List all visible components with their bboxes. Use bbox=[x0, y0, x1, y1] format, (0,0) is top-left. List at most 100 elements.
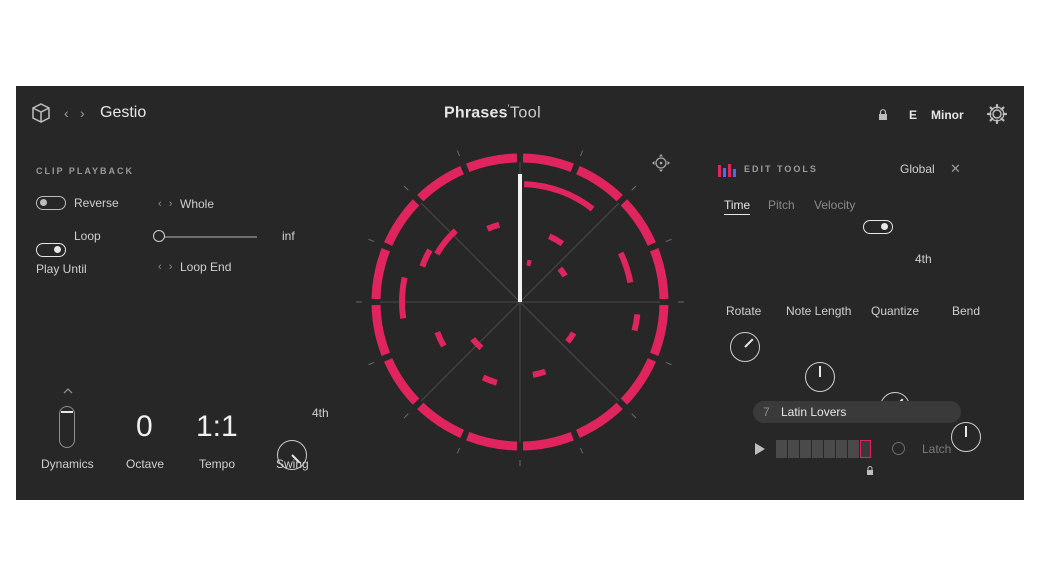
forward-arrow-icon[interactable]: › bbox=[80, 105, 85, 121]
pattern-note bbox=[557, 266, 568, 278]
ring-segment bbox=[649, 304, 669, 356]
bend-knob[interactable] bbox=[951, 422, 981, 452]
ring-segment bbox=[522, 153, 574, 173]
chevron-up-icon[interactable] bbox=[62, 382, 74, 400]
loop-toggle[interactable] bbox=[36, 243, 66, 257]
outer-tick bbox=[368, 362, 375, 366]
step-7[interactable] bbox=[848, 440, 859, 458]
guide-spoke bbox=[420, 301, 521, 402]
preset-selector[interactable]: 7 Latin Lovers bbox=[753, 401, 961, 423]
brand-main: Phrases bbox=[444, 104, 508, 122]
slider-track bbox=[159, 236, 257, 238]
pattern-note bbox=[486, 221, 501, 232]
ring-segment bbox=[417, 402, 465, 438]
edit-tools-icon bbox=[718, 164, 736, 183]
ring-segment bbox=[575, 166, 623, 202]
slider-thumb[interactable] bbox=[153, 230, 165, 242]
ring-segment bbox=[620, 199, 656, 247]
play-icon[interactable] bbox=[754, 442, 766, 461]
step-4[interactable] bbox=[812, 440, 823, 458]
octave-label: Octave bbox=[126, 457, 165, 471]
outer-tick bbox=[456, 150, 460, 157]
tab-time[interactable]: Time bbox=[724, 198, 751, 215]
dynamics-fader[interactable] bbox=[59, 406, 75, 448]
device-title: Gestio bbox=[100, 104, 147, 121]
key-selector[interactable]: E bbox=[909, 108, 917, 122]
guide-spoke bbox=[519, 202, 620, 303]
close-icon[interactable]: ✕ bbox=[950, 161, 961, 177]
phrases-tool-window: ‹ › Gestio Phrases′Tool E Minor CLIP PLA… bbox=[16, 86, 1024, 500]
outer-tick bbox=[403, 185, 409, 191]
latch-label[interactable]: Latch bbox=[922, 442, 951, 456]
step-1[interactable] bbox=[776, 440, 787, 458]
ring-segment bbox=[575, 402, 623, 438]
cube-logo-icon[interactable] bbox=[30, 102, 52, 129]
pattern-note bbox=[434, 228, 458, 256]
outer-tick bbox=[665, 362, 672, 366]
note-length-knob-needle bbox=[819, 366, 821, 377]
edit-tools-heading: EDIT TOOLS bbox=[744, 164, 818, 174]
ring-segment bbox=[466, 153, 518, 173]
swing-badge: 4th bbox=[312, 406, 329, 420]
note-length-knob[interactable] bbox=[805, 362, 835, 392]
pattern-note bbox=[399, 276, 408, 319]
bend-knob-needle bbox=[965, 426, 967, 437]
lock-icon[interactable] bbox=[878, 108, 888, 126]
pattern-note bbox=[532, 368, 547, 378]
move-crosshair-icon[interactable] bbox=[652, 154, 670, 177]
guide-spoke bbox=[519, 301, 620, 402]
outer-tick bbox=[456, 447, 460, 454]
global-toggle[interactable] bbox=[863, 220, 893, 234]
outer-tick bbox=[665, 238, 672, 242]
step-marker-icon bbox=[866, 463, 874, 481]
pattern-note bbox=[481, 374, 498, 386]
step-5[interactable] bbox=[824, 440, 835, 458]
pattern-note bbox=[565, 331, 577, 344]
step-sequencer[interactable] bbox=[776, 440, 872, 458]
tab-velocity[interactable]: Velocity bbox=[814, 198, 855, 212]
loop-end-selector[interactable]: Loop End bbox=[180, 260, 231, 274]
pattern-note bbox=[523, 181, 595, 212]
ring-segment bbox=[417, 166, 465, 202]
preset-number: 7 bbox=[763, 405, 770, 419]
note-length-label: Note Length bbox=[786, 304, 852, 318]
step-3[interactable] bbox=[800, 440, 811, 458]
back-arrow-icon[interactable]: ‹ bbox=[64, 105, 69, 121]
outer-tick bbox=[631, 413, 637, 419]
slider-max-label: inf bbox=[282, 229, 295, 243]
loop-end-chevrons-icon[interactable]: ‹ › bbox=[158, 261, 174, 273]
ring-segment bbox=[371, 304, 391, 356]
outer-tick bbox=[580, 447, 584, 454]
step-6[interactable] bbox=[836, 440, 847, 458]
quantize-label: Quantize bbox=[871, 304, 920, 318]
reverse-toggle[interactable] bbox=[36, 196, 66, 210]
outer-tick bbox=[368, 238, 375, 242]
outer-tick bbox=[580, 150, 584, 157]
tab-pitch[interactable]: Pitch bbox=[768, 198, 795, 212]
pattern-note bbox=[470, 337, 484, 351]
outer-tick bbox=[631, 185, 637, 191]
latch-indicator-icon[interactable] bbox=[892, 442, 905, 455]
rotate-knob[interactable] bbox=[730, 332, 760, 362]
circular-pattern-display[interactable] bbox=[350, 138, 690, 471]
scale-selector[interactable]: Minor bbox=[931, 108, 964, 122]
swing-label: Swing bbox=[276, 457, 309, 471]
outer-tick bbox=[403, 413, 409, 419]
loop-toggle-dot bbox=[54, 246, 61, 253]
loop-length-slider[interactable] bbox=[153, 230, 257, 244]
play-until-label: Play Until bbox=[36, 262, 87, 276]
whole-selector[interactable]: Whole bbox=[180, 197, 214, 211]
tempo-label: Tempo bbox=[199, 457, 236, 471]
gear-icon[interactable] bbox=[986, 103, 1008, 130]
rotate-label: Rotate bbox=[726, 304, 762, 318]
octave-value[interactable]: 0 bbox=[136, 410, 153, 444]
step-2[interactable] bbox=[788, 440, 799, 458]
pattern-note bbox=[617, 251, 634, 284]
whole-chevrons-icon[interactable]: ‹ › bbox=[158, 198, 174, 210]
ring-segment bbox=[522, 431, 574, 451]
ring-segment bbox=[649, 248, 669, 300]
tempo-value[interactable]: 1:1 bbox=[196, 410, 238, 444]
preset-name: Latin Lovers bbox=[781, 405, 847, 419]
dynamics-fader-handle[interactable] bbox=[61, 411, 73, 413]
step-8[interactable] bbox=[860, 440, 871, 458]
